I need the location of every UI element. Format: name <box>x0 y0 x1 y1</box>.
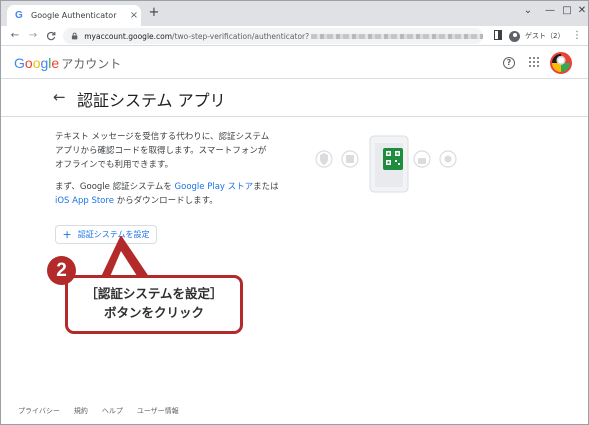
footer: プライバシー 規約 ヘルプ ユーザー情報 <box>18 406 179 416</box>
callout-pointer <box>101 236 149 279</box>
footer-link-user-info[interactable]: ユーザー情報 <box>137 406 179 416</box>
browser-window: G Google Authenticator × + ⌄ — □ ✕ ← → m… <box>0 0 589 425</box>
callout-line: ［認証システムを設定］ <box>85 286 223 301</box>
footer-link-help[interactable]: ヘルプ <box>102 406 123 416</box>
footer-link-privacy[interactable]: プライバシー <box>18 406 60 416</box>
callout-line: ボタンをクリック <box>103 305 204 320</box>
step-number-badge: 2 <box>47 256 76 285</box>
footer-link-terms[interactable]: 規約 <box>74 406 88 416</box>
callout-text: ［認証システムを設定］ ボタンをクリック <box>65 284 243 322</box>
